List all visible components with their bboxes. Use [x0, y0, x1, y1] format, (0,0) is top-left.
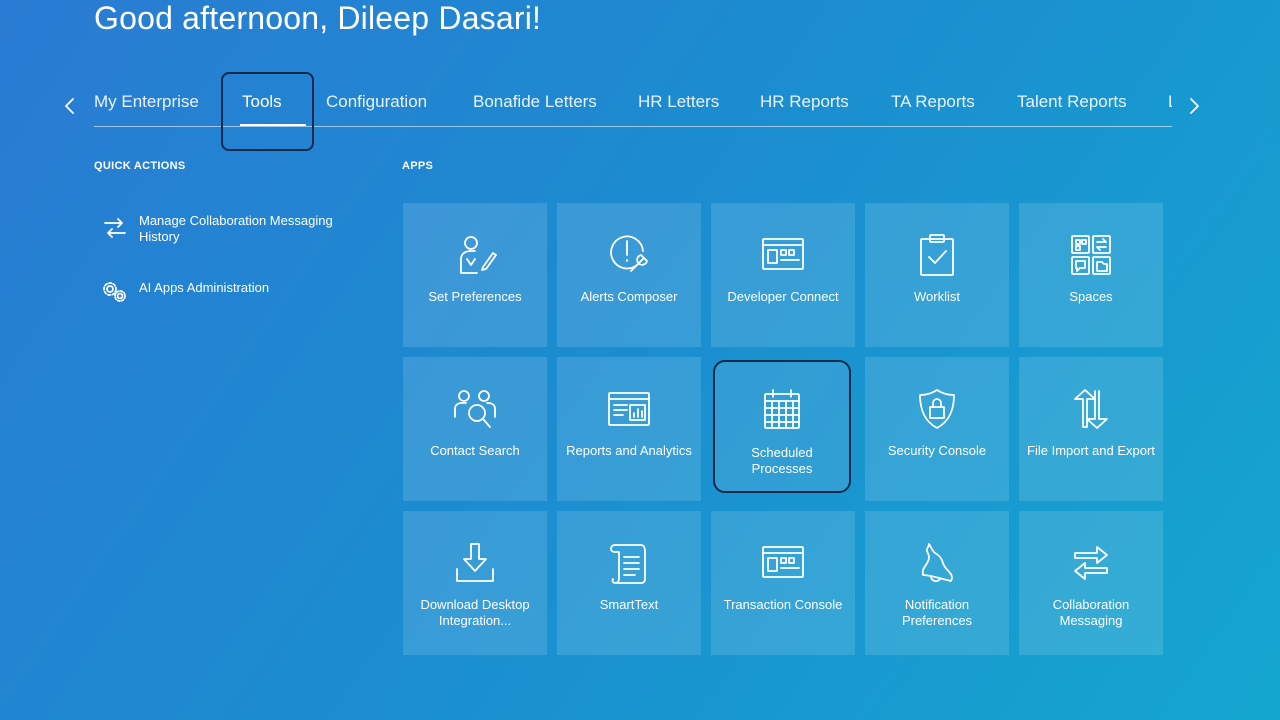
app-tile-developer-connect[interactable]: Developer Connect	[711, 203, 855, 347]
app-tile-label: Alerts Composer	[580, 289, 678, 304]
tab-my-enterprise[interactable]: My Enterprise	[94, 92, 199, 112]
arrows-exchange-icon	[100, 213, 130, 243]
app-tile-smarttext[interactable]: SmartText	[557, 511, 701, 655]
gears-icon	[100, 278, 130, 308]
clipboard-check-icon	[915, 233, 959, 277]
app-tile-label: Security Console	[887, 443, 987, 458]
app-tile-scheduled-processes[interactable]: Scheduled Processes	[713, 360, 851, 493]
navigation-tabs: My Enterprise Tools Configuration Bonafi…	[94, 80, 1172, 127]
app-tile-label: File Import and Export	[1027, 443, 1155, 458]
app-tile-set-preferences[interactable]: Set Preferences	[403, 203, 547, 347]
app-tile-alerts-composer[interactable]: Alerts Composer	[557, 203, 701, 347]
shield-lock-icon	[915, 387, 959, 431]
app-tile-notification-preferences[interactable]: Notification Preferences	[865, 511, 1009, 655]
report-chart-icon	[607, 387, 651, 431]
tab-talent-reports[interactable]: Talent Reports	[1017, 92, 1127, 112]
app-tile-file-import-and-export[interactable]: File Import and Export	[1019, 357, 1163, 501]
app-tile-label: Set Preferences	[428, 289, 522, 304]
tab-hr-reports[interactable]: HR Reports	[760, 92, 849, 112]
app-tile-collaboration-messaging[interactable]: Collaboration Messaging	[1019, 511, 1163, 655]
bell-icon	[915, 541, 959, 585]
app-tile-label: Developer Connect	[727, 289, 839, 304]
arrows-exchange-icon	[1069, 541, 1113, 585]
tab-hr-letters[interactable]: HR Letters	[638, 92, 719, 112]
download-icon	[453, 541, 497, 585]
quick-action-label: Manage Collaboration Messaging History	[139, 213, 333, 244]
app-tile-label: Reports and Analytics	[566, 443, 692, 458]
app-tile-label: Notification Preferences	[901, 597, 973, 628]
tab-bonafide-letters[interactable]: Bonafide Letters	[473, 92, 597, 112]
quick-action-ai-apps-administration[interactable]: AI Apps Administration	[100, 278, 349, 308]
apps-title: APPS	[402, 160, 434, 172]
tab-ta-reports[interactable]: TA Reports	[891, 92, 975, 112]
tab-partial[interactable]: L	[1168, 92, 1172, 112]
app-tile-label: SmartText	[599, 597, 659, 612]
quick-action-label: AI Apps Administration	[139, 280, 270, 295]
scroll-text-icon	[607, 541, 651, 585]
app-tile-label: Worklist	[914, 289, 960, 304]
contact-search-icon	[453, 387, 497, 431]
app-tile-download-desktop-integration[interactable]: Download Desktop Integration...	[403, 511, 547, 655]
app-tile-worklist[interactable]: Worklist	[865, 203, 1009, 347]
user-preferences-icon	[453, 233, 497, 277]
app-tile-label: Collaboration Messaging	[1052, 597, 1130, 628]
developer-window-icon	[761, 233, 805, 277]
app-tile-label: Scheduled Processes	[751, 445, 813, 476]
spaces-grid-icon	[1069, 233, 1113, 277]
app-tile-transaction-console[interactable]: Transaction Console	[711, 511, 855, 655]
tab-tools[interactable]: Tools	[242, 92, 282, 112]
tabs-scroll-right-button[interactable]	[1182, 92, 1206, 120]
active-tab-indicator	[240, 124, 306, 126]
quick-actions-title: QUICK ACTIONS	[94, 160, 186, 172]
app-tile-label: Transaction Console	[723, 597, 843, 612]
chevron-left-icon	[65, 98, 74, 114]
app-tile-label: Download Desktop Integration...	[420, 597, 530, 628]
alert-wrench-icon	[607, 233, 651, 277]
app-tile-contact-search[interactable]: Contact Search	[403, 357, 547, 501]
app-tile-label: Contact Search	[430, 443, 520, 458]
app-tile-security-console[interactable]: Security Console	[865, 357, 1009, 501]
chevron-right-icon	[1190, 98, 1199, 114]
up-down-arrows-icon	[1069, 387, 1113, 431]
tab-configuration[interactable]: Configuration	[326, 92, 427, 112]
app-tile-label: Spaces	[1069, 289, 1113, 304]
app-tile-spaces[interactable]: Spaces	[1019, 203, 1163, 347]
quick-action-manage-collaboration-messaging-history[interactable]: Manage Collaboration Messaging History	[100, 213, 349, 245]
tabs-scroll-left-button[interactable]	[58, 92, 82, 120]
app-tile-reports-and-analytics[interactable]: Reports and Analytics	[557, 357, 701, 501]
calendar-icon	[760, 388, 804, 432]
transaction-window-icon	[761, 541, 805, 585]
greeting-title: Good afternoon, Dileep Dasari!	[94, 0, 542, 36]
